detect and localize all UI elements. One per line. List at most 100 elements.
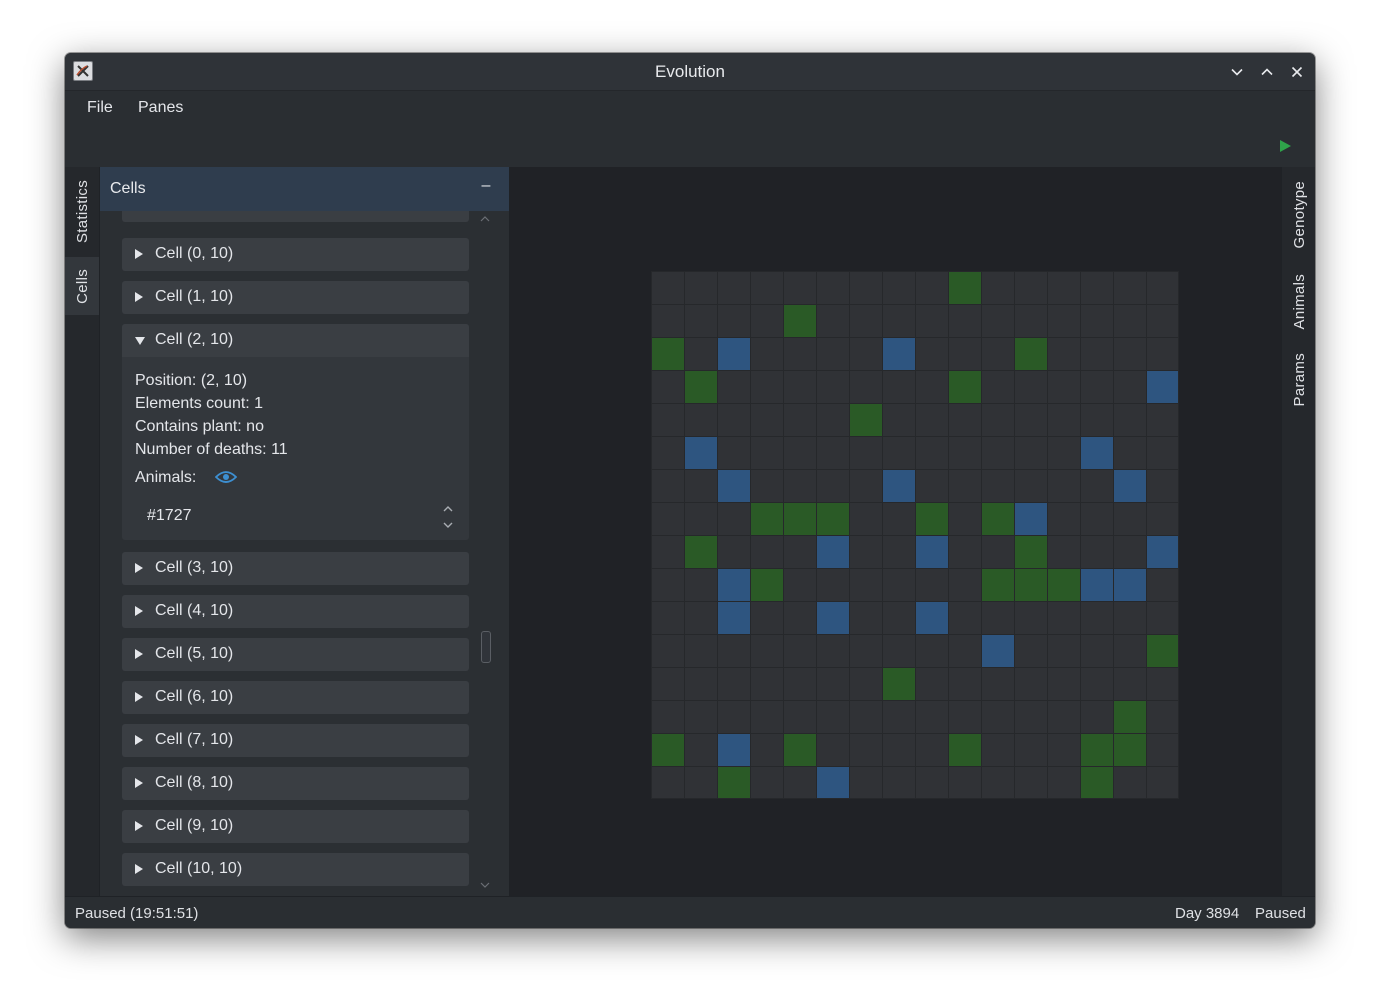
status-bar: Paused (19:51:51) Day 3894 Paused xyxy=(65,896,1315,928)
plant-cell[interactable] xyxy=(1113,733,1146,766)
plant-cell[interactable] xyxy=(816,502,849,535)
cell-row[interactable]: Cell (7, 10) xyxy=(122,724,469,757)
plant-cell[interactable] xyxy=(1014,568,1047,601)
animal-cell[interactable] xyxy=(717,568,750,601)
plant-cell[interactable] xyxy=(1146,634,1179,667)
cell-row[interactable]: Cell (0, 10) xyxy=(122,238,469,271)
animal-cell[interactable] xyxy=(816,535,849,568)
status-message: Paused (19:51:51) xyxy=(75,905,199,922)
tab-genotype-label: Genotype xyxy=(1290,180,1308,249)
minimize-window-button[interactable] xyxy=(1226,61,1248,83)
animal-cell[interactable] xyxy=(717,733,750,766)
tab-cells[interactable]: Cells xyxy=(65,257,99,315)
scrollbar-thumb[interactable] xyxy=(481,631,491,663)
animal-cell[interactable] xyxy=(1014,502,1047,535)
animal-cell[interactable] xyxy=(684,436,717,469)
toolbar xyxy=(65,125,1315,167)
plant-cell[interactable] xyxy=(882,667,915,700)
animal-cell[interactable] xyxy=(915,535,948,568)
expanded-cell-header[interactable]: Cell (2, 10) xyxy=(122,324,469,357)
cell-row[interactable]: Cell (1, 10) xyxy=(122,281,469,314)
plant-cell[interactable] xyxy=(651,337,684,370)
cell-row[interactable]: Cell (5, 10) xyxy=(122,638,469,671)
plant-cell[interactable] xyxy=(1113,700,1146,733)
plant-cell[interactable] xyxy=(948,370,981,403)
plant-cell[interactable] xyxy=(915,502,948,535)
cell-row[interactable]: Cell (8, 10) xyxy=(122,767,469,800)
plant-cell[interactable] xyxy=(750,502,783,535)
grid-line xyxy=(651,469,1179,470)
plant-cell[interactable] xyxy=(1047,568,1080,601)
cell-elements-count: Elements count: 1 xyxy=(135,395,264,412)
list-scroll-arrows-icon[interactable] xyxy=(441,503,455,531)
play-button[interactable] xyxy=(1277,138,1295,156)
plant-cell[interactable] xyxy=(849,403,882,436)
animal-cell[interactable] xyxy=(1080,568,1113,601)
panel-minimize-button[interactable]: – xyxy=(476,177,496,197)
plant-cell[interactable] xyxy=(783,502,816,535)
maximize-window-button[interactable] xyxy=(1256,61,1278,83)
tab-animals[interactable]: Animals xyxy=(1282,262,1315,342)
animal-cell[interactable] xyxy=(717,469,750,502)
cell-row-label: Cell (6, 10) xyxy=(155,688,234,705)
close-window-button[interactable] xyxy=(1286,61,1308,83)
expand-arrow-icon xyxy=(135,606,143,616)
tab-statistics[interactable]: Statistics xyxy=(65,167,99,257)
eye-icon[interactable] xyxy=(215,469,237,485)
cells-list[interactable]: Cell (0, 10) Cell (1, 10) Cell (2, 10) P… xyxy=(100,211,509,896)
menu-file[interactable]: File xyxy=(87,99,113,117)
plant-cell[interactable] xyxy=(684,370,717,403)
cell-row[interactable]: Cell (4, 10) xyxy=(122,595,469,628)
tab-cells-label: Cells xyxy=(73,268,91,304)
collapse-arrow-icon xyxy=(135,337,145,345)
animal-cell[interactable] xyxy=(882,337,915,370)
animal-cell[interactable] xyxy=(717,601,750,634)
plant-cell[interactable] xyxy=(783,304,816,337)
plant-cell[interactable] xyxy=(717,766,750,799)
plant-cell[interactable] xyxy=(1080,733,1113,766)
chevron-down-icon xyxy=(1231,68,1243,76)
tab-params[interactable]: Params xyxy=(1282,342,1315,417)
cell-row[interactable]: Cell (9, 10) xyxy=(122,810,469,843)
animal-cell[interactable] xyxy=(981,634,1014,667)
world-grid[interactable] xyxy=(651,271,1179,799)
plant-cell[interactable] xyxy=(783,733,816,766)
plant-cell[interactable] xyxy=(750,568,783,601)
animal-cell[interactable] xyxy=(816,601,849,634)
cell-row[interactable]: Cell (6, 10) xyxy=(122,681,469,714)
menu-panes[interactable]: Panes xyxy=(138,99,183,117)
cell-row-partial[interactable] xyxy=(122,211,469,222)
grid-line xyxy=(651,370,1179,371)
plant-cell[interactable] xyxy=(1014,337,1047,370)
animal-cell[interactable] xyxy=(1146,535,1179,568)
cell-row-label: Cell (3, 10) xyxy=(155,559,234,576)
panel-scrollbar[interactable] xyxy=(478,211,492,896)
animal-cell[interactable] xyxy=(717,337,750,370)
animal-cell[interactable] xyxy=(915,601,948,634)
plant-cell[interactable] xyxy=(1080,766,1113,799)
animal-cell[interactable] xyxy=(882,469,915,502)
cell-row[interactable]: Cell (3, 10) xyxy=(122,552,469,585)
cell-row[interactable]: Cell (10, 10) xyxy=(122,853,469,886)
cell-row-label: Cell (0, 10) xyxy=(155,245,234,262)
plant-cell[interactable] xyxy=(1014,535,1047,568)
scroll-down-icon[interactable] xyxy=(480,881,490,889)
animal-cell[interactable] xyxy=(1080,436,1113,469)
grid-line xyxy=(651,700,1179,701)
animal-cell[interactable] xyxy=(1146,370,1179,403)
plant-cell[interactable] xyxy=(948,733,981,766)
plant-cell[interactable] xyxy=(948,271,981,304)
animal-cell[interactable] xyxy=(1113,469,1146,502)
plant-cell[interactable] xyxy=(981,568,1014,601)
animal-cell[interactable] xyxy=(1113,568,1146,601)
plant-cell[interactable] xyxy=(684,535,717,568)
plant-cell[interactable] xyxy=(651,733,684,766)
panel-header: Cells – xyxy=(100,167,509,211)
animal-item[interactable]: #1727 xyxy=(147,507,192,525)
scroll-up-icon[interactable] xyxy=(480,215,490,223)
grid-line xyxy=(651,403,1179,404)
tab-params-label: Params xyxy=(1290,352,1308,407)
plant-cell[interactable] xyxy=(981,502,1014,535)
tab-genotype[interactable]: Genotype xyxy=(1282,167,1315,262)
animal-cell[interactable] xyxy=(816,766,849,799)
